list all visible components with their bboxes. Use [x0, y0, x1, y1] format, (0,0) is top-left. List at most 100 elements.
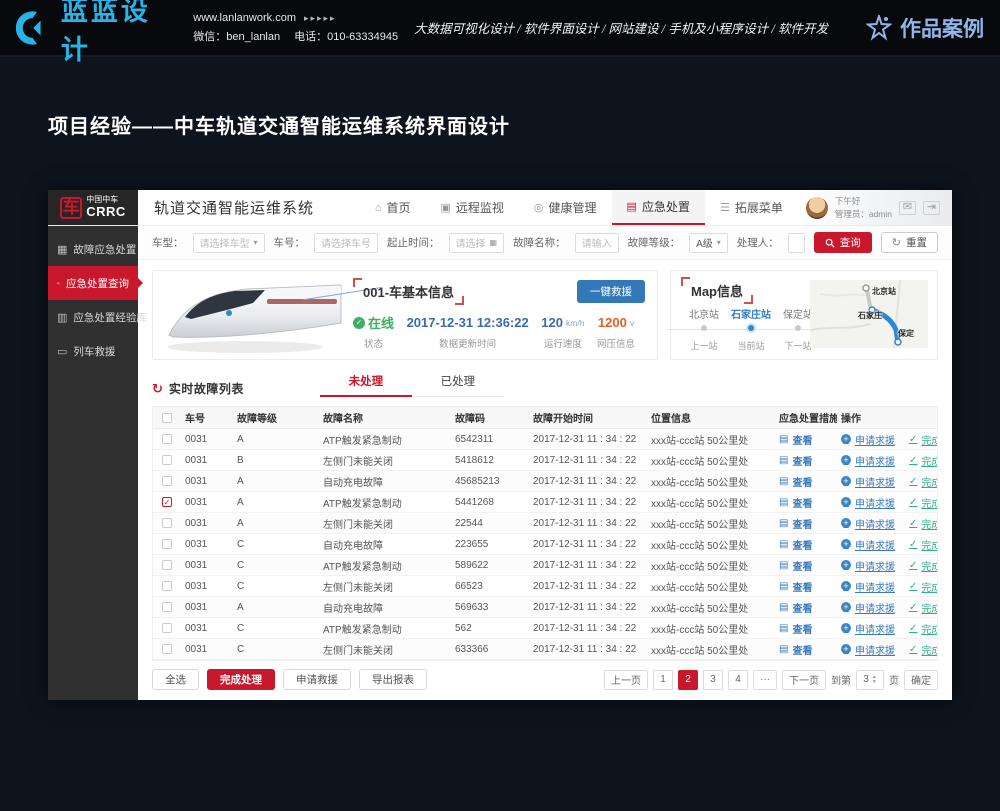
complete-button[interactable]: 完成处理 [207, 669, 275, 690]
complete-link[interactable]: ✓完成处理 [909, 453, 937, 468]
page-title: 项目经验——中车轨道交通智能运维系统界面设计 [48, 110, 510, 139]
apply-rescue-link[interactable]: +申请求援 [841, 642, 895, 657]
page-number[interactable]: 4 [728, 670, 748, 690]
row-checkbox[interactable]: ✓ [162, 518, 172, 528]
time-range-picker[interactable]: 请选择▦ [449, 233, 505, 253]
complete-link[interactable]: ✓完成处理 [909, 432, 937, 447]
row-checkbox[interactable]: ✓ [162, 623, 172, 633]
row-checkbox[interactable]: ✓ [162, 602, 172, 612]
jump-page-input[interactable]: 3▲▼ [856, 670, 884, 690]
mini-map[interactable]: 北京站 石家庄 保定 [810, 280, 928, 348]
portfolio-link[interactable]: 作品案例 [866, 13, 984, 43]
refresh-icon[interactable]: ↻ [152, 381, 163, 397]
nav-item-emergency[interactable]: ▤应急处置 [612, 190, 705, 225]
view-link[interactable]: ▤查看 [779, 579, 833, 594]
sidebar-item-train-rescue[interactable]: ▭列车救援 [48, 334, 138, 368]
row-checkbox[interactable]: ✓ [162, 644, 172, 654]
crrc-logo[interactable]: 车 中国中车 CRRC [48, 190, 138, 225]
nav-item-extend-menu[interactable]: ☰拓展菜单 [705, 190, 798, 225]
logout-icon[interactable]: ⇥ [923, 201, 940, 215]
nav-item-remote-monitor[interactable]: ▣远程监视 [425, 190, 518, 225]
sidebar-item-emergency-query[interactable]: 应急处置查询 [48, 266, 138, 300]
view-link[interactable]: ▤查看 [779, 558, 833, 573]
complete-link[interactable]: ✓完成处理 [909, 642, 937, 657]
stepper-icon[interactable]: ▲▼ [872, 675, 877, 685]
one-key-rescue-button[interactable]: 一键救援 [577, 280, 645, 303]
complete-link[interactable]: ✓完成处理 [909, 516, 937, 531]
view-link[interactable]: ▤查看 [779, 495, 833, 510]
complete-link[interactable]: ✓完成处理 [909, 474, 937, 489]
select-all-checkbox[interactable] [162, 413, 172, 423]
site-wechat: 微信：ben_lanlan [193, 31, 280, 43]
row-checkbox[interactable]: ✓ [162, 434, 172, 444]
export-button[interactable]: 导出报表 [359, 669, 427, 690]
vehicle-type-select[interactable]: 请选择车型▾ [193, 233, 265, 253]
view-link[interactable]: ▤查看 [779, 621, 833, 636]
nav-item-home[interactable]: ⌂首页 [360, 190, 426, 225]
site-logo[interactable]: 蓝蓝设计 [16, 0, 177, 67]
reset-button[interactable]: ↻重置 [881, 232, 938, 253]
fault-name-input[interactable]: 请输入 [575, 233, 619, 253]
apply-rescue-button[interactable]: 申请救援 [283, 669, 351, 690]
tab[interactable]: 已处理 [412, 373, 504, 397]
view-link[interactable]: ▤查看 [779, 474, 833, 489]
chevron-down-icon: ▾ [717, 238, 721, 247]
nav-item-health[interactable]: ◎健康管理 [519, 190, 612, 225]
prev-page-button[interactable]: 上一页 [604, 670, 648, 690]
search-button[interactable]: 查询 [814, 232, 872, 253]
crrc-name-en: CRRC [86, 205, 126, 219]
site-contact: www.lanlanwork.com▸▸▸▸▸ 微信：ben_lanlan电话：… [193, 9, 398, 46]
view-link[interactable]: ▤查看 [779, 453, 833, 468]
station-progress: 北京站 上一站 石家庄站 当前站 保定站 [681, 306, 821, 352]
complete-link[interactable]: ✓完成处理 [909, 579, 937, 594]
mail-icon[interactable]: ✉ [899, 201, 916, 215]
avatar[interactable] [806, 197, 828, 219]
apply-rescue-link[interactable]: +申请求援 [841, 495, 895, 510]
sidebar-item-fault-emergency[interactable]: ▦故障应急处置 [48, 232, 138, 266]
row-checkbox[interactable]: ✓ [162, 455, 172, 465]
lanlan-logo-icon [16, 9, 53, 47]
apply-rescue-link[interactable]: +申请求援 [841, 453, 895, 468]
view-doc-icon: ▤ [779, 581, 788, 592]
view-link[interactable]: ▤查看 [779, 516, 833, 531]
sidebar-item-experience-lib[interactable]: ▥应急处置经验库 [48, 300, 138, 334]
page-number[interactable]: 1 [653, 670, 673, 690]
view-link[interactable]: ▤查看 [779, 600, 833, 615]
complete-link[interactable]: ✓完成处理 [909, 558, 937, 573]
page-number[interactable]: ··· [753, 670, 777, 690]
site-url[interactable]: www.lanlanwork.com [193, 12, 296, 24]
row-checkbox[interactable]: ✓ [162, 581, 172, 591]
fault-level-select[interactable]: A级▾ [689, 233, 728, 253]
table-row: ✓ 0031 C 左侧门未能关闭 66523 2017-12-31 11 : 3… [153, 576, 937, 597]
apply-rescue-link[interactable]: +申请求援 [841, 516, 895, 531]
row-checkbox[interactable]: ✓ [162, 476, 172, 486]
confirm-page-button[interactable]: 确定 [904, 670, 938, 690]
view-link[interactable]: ▤查看 [779, 432, 833, 447]
row-checkbox[interactable]: ✓ [162, 560, 172, 570]
row-checkbox[interactable]: ✓ [162, 497, 172, 507]
apply-rescue-link[interactable]: +申请求援 [841, 537, 895, 552]
apply-rescue-link[interactable]: +申请求援 [841, 558, 895, 573]
complete-link[interactable]: ✓完成处理 [909, 600, 937, 615]
car-no-input[interactable]: 请选择车号 [314, 233, 378, 253]
next-page-button[interactable]: 下一页 [782, 670, 826, 690]
apply-rescue-link[interactable]: +申请求援 [841, 432, 895, 447]
view-doc-icon: ▤ [779, 623, 788, 634]
table-footer: 全选 完成处理 申请救援 导出报表 上一页 1234··· 下一页 到第 3▲▼… [152, 669, 938, 690]
apply-rescue-link[interactable]: +申请求援 [841, 579, 895, 594]
tab[interactable]: 未处理 [320, 373, 412, 397]
apply-rescue-link[interactable]: +申请求援 [841, 621, 895, 636]
complete-link[interactable]: ✓完成处理 [909, 537, 937, 552]
page-number[interactable]: 3 [703, 670, 723, 690]
handler-input[interactable] [788, 233, 805, 253]
complete-link[interactable]: ✓完成处理 [909, 495, 937, 510]
complete-link[interactable]: ✓完成处理 [909, 621, 937, 636]
row-checkbox[interactable]: ✓ [162, 539, 172, 549]
apply-rescue-link[interactable]: +申请求援 [841, 474, 895, 489]
fault-list-title: 实时故障列表 [169, 380, 244, 397]
view-link[interactable]: ▤查看 [779, 642, 833, 657]
select-all-button[interactable]: 全选 [152, 669, 199, 690]
page-number[interactable]: 2 [678, 670, 698, 690]
view-link[interactable]: ▤查看 [779, 537, 833, 552]
apply-rescue-link[interactable]: +申请求援 [841, 600, 895, 615]
